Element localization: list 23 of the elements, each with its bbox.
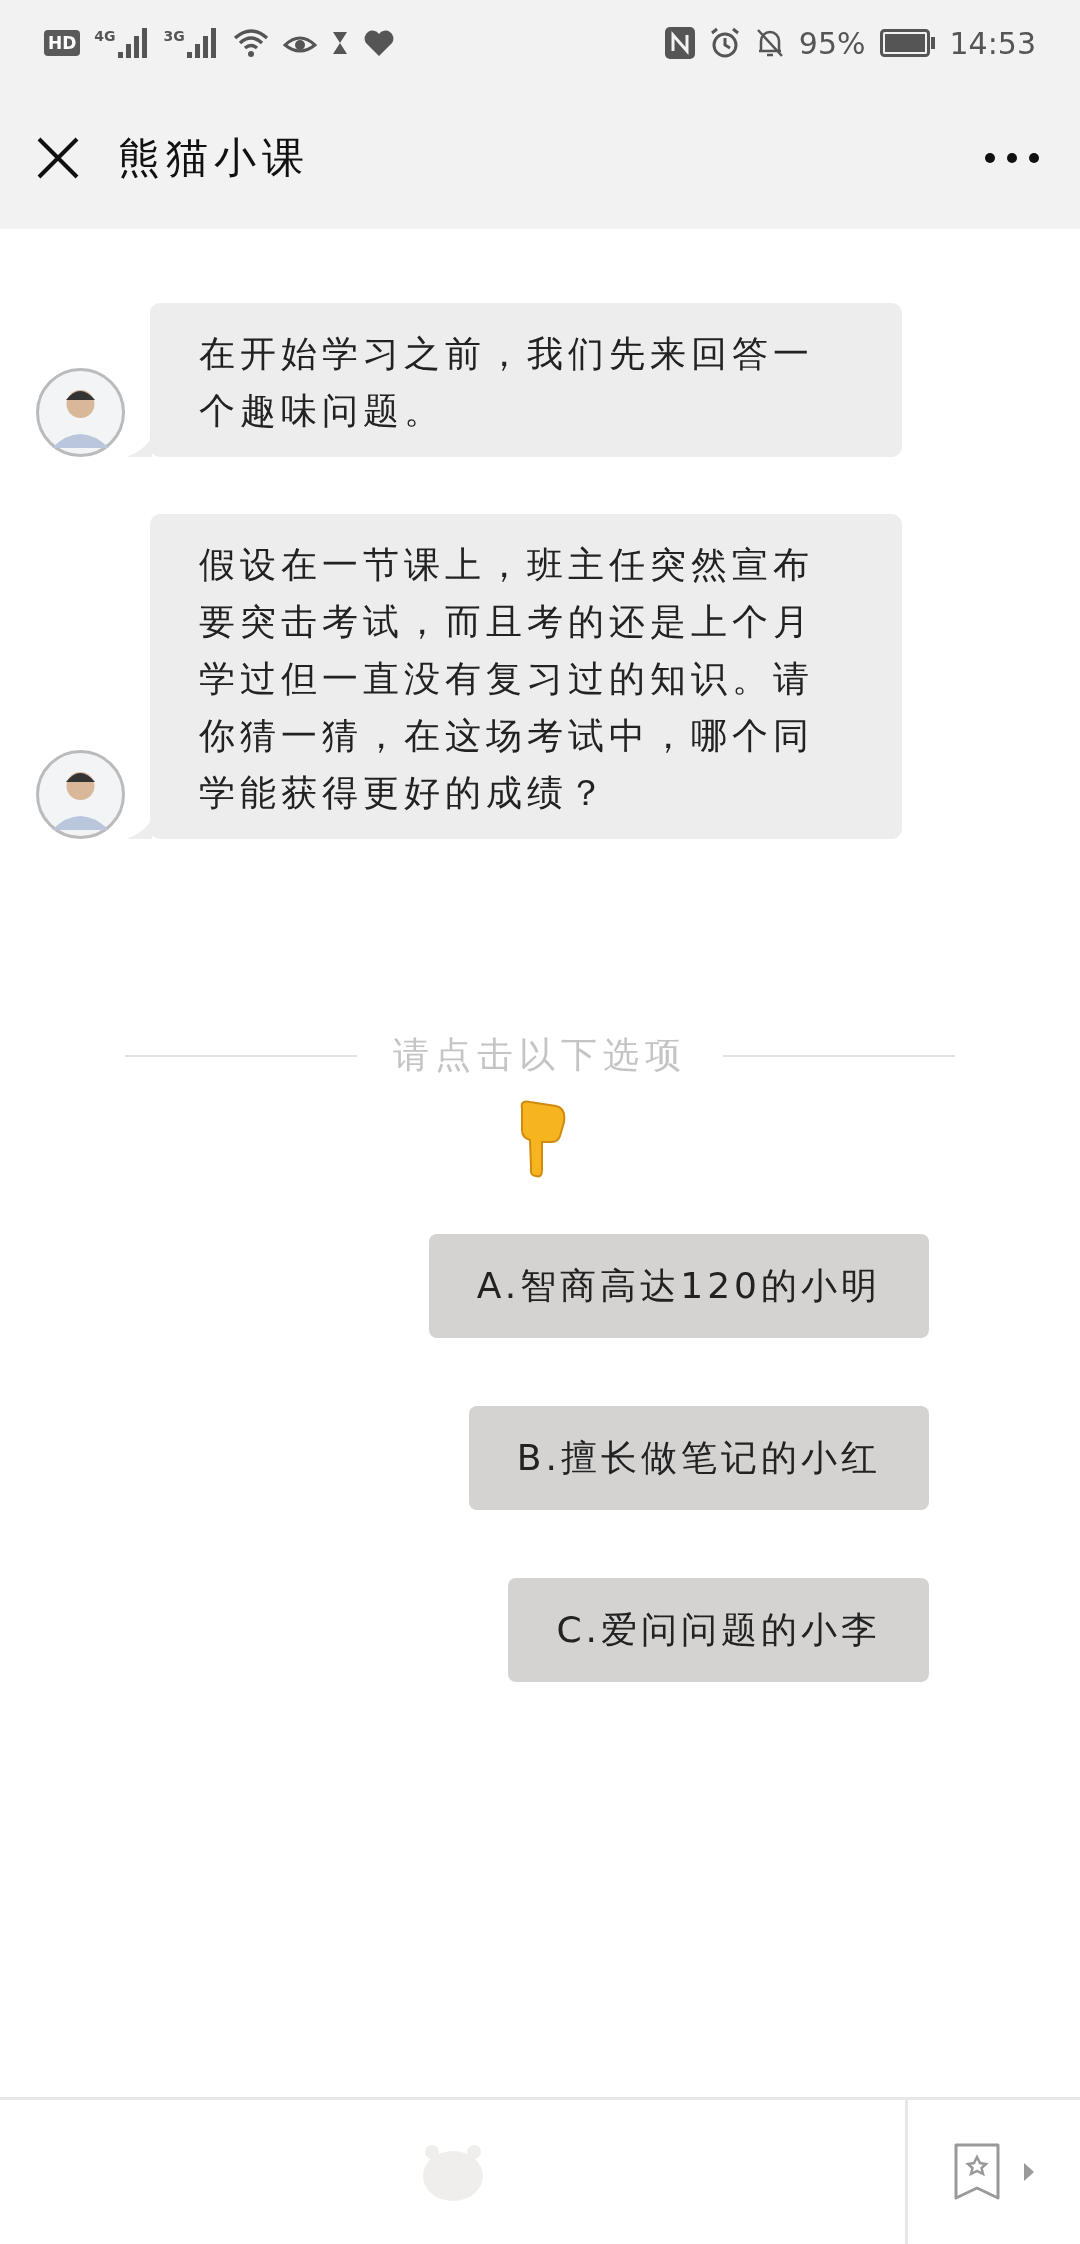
heart-icon — [362, 29, 395, 57]
signal-icon — [117, 28, 150, 58]
alarm-icon — [708, 27, 741, 59]
signal-icon — [186, 28, 219, 58]
caret-icon[interactable] — [1024, 2163, 1034, 2181]
battery-percentage: 95% — [798, 25, 866, 61]
bookmark-star-icon[interactable] — [954, 2143, 1000, 2201]
more-icon[interactable] — [984, 151, 1040, 164]
close-icon[interactable] — [36, 135, 80, 180]
network-label: 3G — [163, 28, 185, 44]
hourglass-icon — [330, 30, 349, 56]
prompt-text: 请点击以下选项 — [393, 1033, 687, 1077]
clock-time: 14:53 — [949, 25, 1036, 61]
battery-icon — [879, 29, 936, 57]
page-title: 熊猫小课 — [118, 131, 311, 184]
bell-off-icon — [754, 27, 785, 59]
answer-option[interactable]: A.智商高达120的小明 — [428, 1234, 929, 1338]
nfc-icon — [664, 27, 695, 59]
network-label: 4G — [94, 28, 116, 44]
hd-badge: HD — [44, 30, 81, 56]
answer-option[interactable]: C.爱问问题的小李 — [508, 1578, 929, 1682]
wifi-icon — [232, 28, 269, 58]
answer-option[interactable]: B.擅长做笔记的小红 — [468, 1406, 929, 1510]
